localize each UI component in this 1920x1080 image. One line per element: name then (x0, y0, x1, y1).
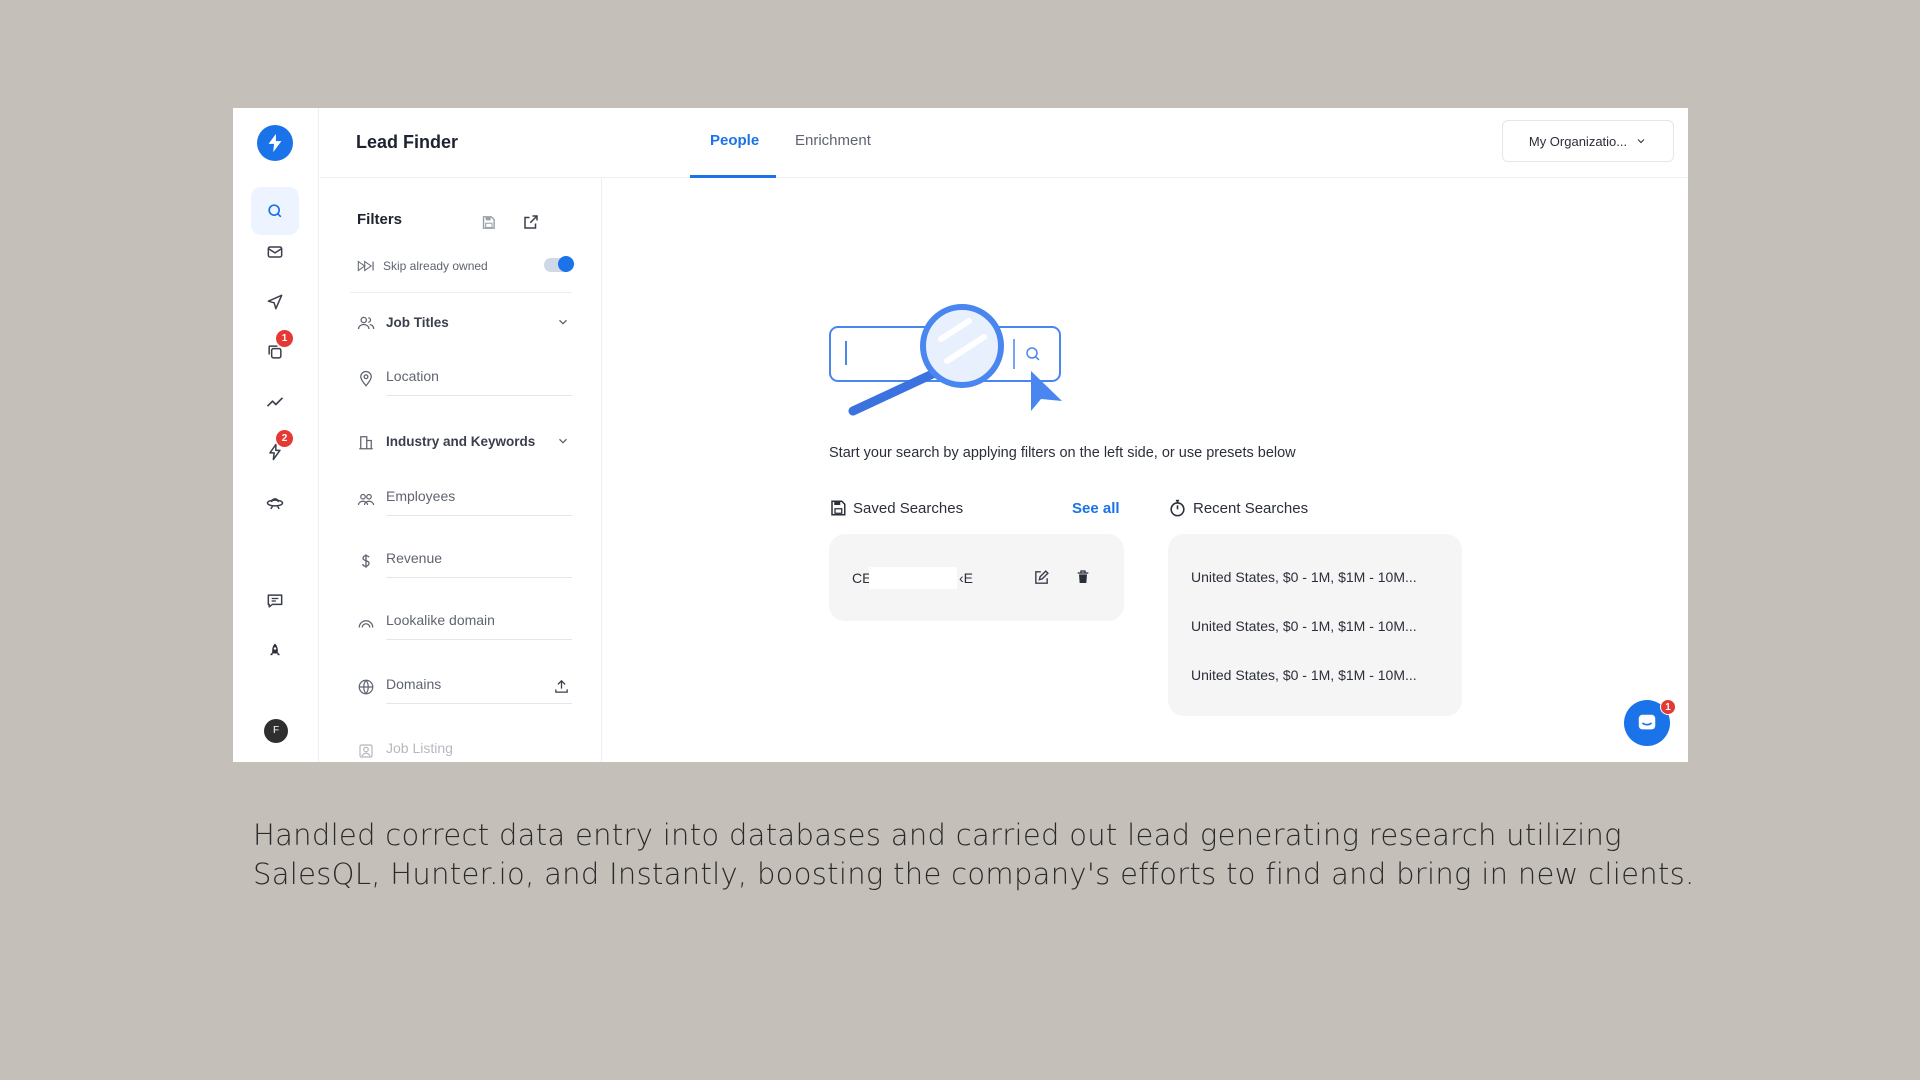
slide-caption: Handled correct data entry into database… (253, 818, 1695, 891)
saved-search-card[interactable]: CE ‹E (829, 534, 1124, 621)
skip-owned-row: Skip already owned (357, 256, 574, 276)
chat-icon (1638, 714, 1656, 730)
filter-industry-keywords[interactable]: Industry and Keywords (357, 422, 572, 462)
main-content: Start your search by applying filters on… (603, 179, 1688, 762)
trash-icon[interactable] (1075, 569, 1091, 585)
filter-employees[interactable]: Employees (357, 476, 572, 516)
recent-search-item[interactable]: United States, $0 - 1M, $1M - 10M... (1191, 667, 1451, 683)
chevron-down-icon (1637, 139, 1645, 144)
organization-dropdown[interactable]: My Organizatio... (1502, 120, 1674, 162)
filter-label: Lookalike domain (386, 612, 495, 628)
filter-revenue[interactable]: Revenue (357, 538, 572, 578)
saved-search-name-suffix: ‹E (959, 570, 973, 586)
filter-underline (386, 703, 572, 704)
organization-label: My Organizatio... (1528, 133, 1628, 149)
search-hint: Start your search by applying filters on… (829, 445, 1296, 461)
filter-label: Job Titles (386, 315, 449, 330)
job-listing-icon (359, 744, 373, 758)
page-title: Lead Finder (356, 132, 459, 152)
recent-search-item[interactable]: United States, $0 - 1M, $1M - 10M... (1191, 569, 1451, 585)
salesql-logo[interactable] (257, 125, 293, 161)
rail-bolt-button[interactable]: 2 (251, 428, 299, 476)
employees-icon (357, 493, 375, 506)
save-icon (831, 500, 846, 516)
building-icon (359, 436, 373, 450)
rail-chat-edit-button[interactable] (251, 577, 299, 625)
filter-lookalike-domain[interactable]: Lookalike domain (357, 600, 572, 640)
chat-edit-icon (267, 594, 283, 608)
recent-search-item[interactable]: United States, $0 - 1M, $1M - 10M... (1191, 618, 1451, 634)
rail-ufo-button[interactable] (251, 479, 299, 527)
tab-people[interactable]: People (710, 132, 759, 149)
chevron-down-icon (559, 438, 567, 444)
skip-owned-toggle[interactable] (544, 256, 574, 272)
recent-searches-card: United States, $0 - 1M, $1M - 10M... Uni… (1168, 534, 1462, 716)
filter-label: Domains (386, 676, 442, 692)
tab-enrichment[interactable]: Enrichment (795, 132, 871, 149)
rail-send-button[interactable] (251, 278, 299, 326)
location-pin-icon (360, 370, 372, 387)
mail-icon (267, 246, 283, 258)
recent-searches-header: Recent Searches (1168, 499, 1308, 518)
active-tab-indicator (690, 175, 776, 178)
globe-icon (358, 679, 374, 695)
filter-label: Location (386, 368, 439, 384)
filter-location[interactable]: Location (357, 356, 572, 396)
save-icon (482, 215, 495, 229)
filter-domains[interactable]: Domains (357, 664, 572, 704)
see-all-link[interactable]: See all (1072, 500, 1120, 517)
filter-underline (386, 515, 572, 516)
send-icon (267, 294, 283, 310)
search-icon (268, 204, 282, 218)
rail-rocket-button[interactable] (251, 627, 299, 675)
app-window: 1 2 F Lead Finder People Enrichment My O… (233, 108, 1688, 762)
rail-copy-button[interactable]: 1 (251, 328, 299, 376)
filters-divider (350, 292, 572, 293)
filter-underline (386, 639, 572, 640)
bolt-badge: 2 (276, 430, 293, 447)
filter-label: Employees (386, 488, 456, 504)
top-header: Lead Finder People Enrichment My Organiz… (320, 108, 1688, 178)
skip-owned-label: Skip already owned (383, 259, 488, 273)
trend-icon (266, 397, 284, 407)
rocket-icon (270, 643, 280, 656)
chevron-down-icon (559, 319, 567, 325)
upload-icon[interactable] (553, 678, 570, 695)
filter-label: Industry and Keywords (386, 434, 536, 449)
external-link-icon (524, 215, 538, 229)
toggle-knob (558, 256, 574, 272)
ufo-icon (266, 498, 284, 510)
filter-label: Revenue (386, 550, 443, 566)
filter-underline (386, 395, 572, 396)
rainbow-icon (358, 620, 374, 628)
people-icon (357, 316, 375, 330)
filters-panel: Filters Skip already owned Job Titles Lo… (320, 179, 602, 762)
save-filters-button[interactable] (478, 212, 498, 232)
saved-searches-header: Saved Searches (829, 499, 963, 517)
stopwatch-icon (1170, 499, 1185, 517)
recent-searches-title: Recent Searches (1193, 500, 1309, 517)
filters-title: Filters (357, 211, 403, 228)
filter-underline (386, 577, 572, 578)
skip-forward-icon (357, 260, 374, 272)
filter-job-listing[interactable]: Job Listing (357, 728, 572, 762)
search-illustration (829, 304, 1062, 416)
copy-badge: 1 (276, 330, 293, 347)
filter-label: Job Listing (386, 740, 453, 756)
filter-job-titles[interactable]: Job Titles (357, 303, 572, 343)
saved-searches-title: Saved Searches (853, 499, 964, 517)
redacted-block (869, 567, 957, 589)
open-external-button[interactable] (521, 212, 541, 232)
user-avatar[interactable]: F (264, 719, 288, 743)
rail-mail-button[interactable] (251, 228, 299, 276)
chat-badge: 1 (1660, 699, 1676, 715)
dollar-icon (361, 554, 370, 568)
bolt-logo-icon (268, 133, 282, 153)
rail-trend-button[interactable] (251, 378, 299, 426)
edit-icon[interactable] (1033, 569, 1050, 586)
icon-rail: 1 2 F (233, 108, 319, 762)
